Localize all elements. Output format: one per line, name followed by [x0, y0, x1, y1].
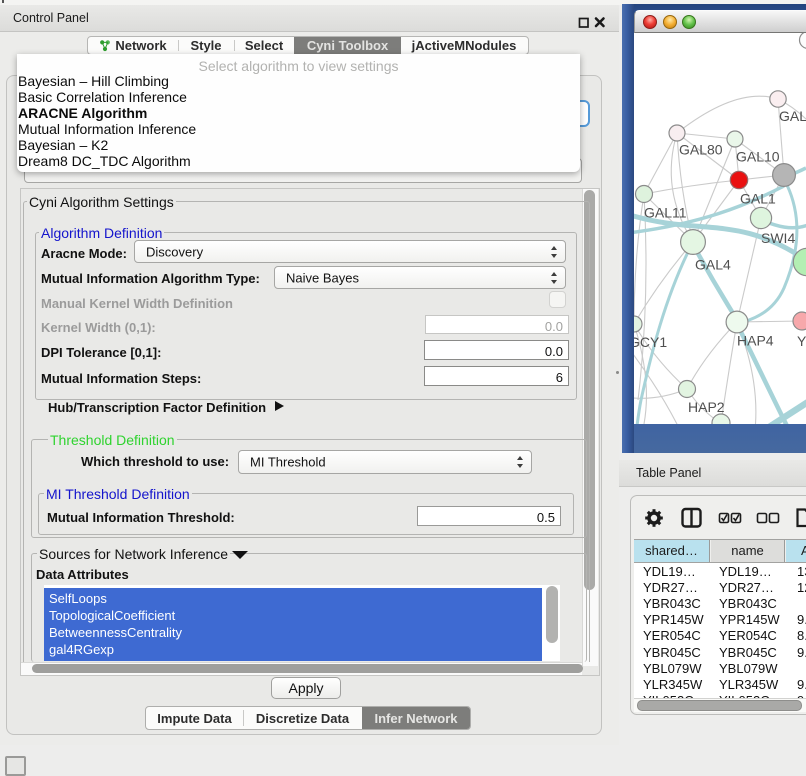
svg-text:GAL4: GAL4 [695, 257, 731, 273]
svg-text:GAL80: GAL80 [679, 142, 723, 158]
svg-text:YP: YP [797, 333, 806, 349]
svg-text:GAL7: GAL7 [779, 108, 806, 124]
svg-text:HAP4: HAP4 [737, 333, 774, 349]
svg-text:HAP2: HAP2 [688, 399, 725, 415]
svg-text:SWI4: SWI4 [761, 230, 795, 246]
svg-text:GCY1: GCY1 [634, 334, 667, 350]
svg-text:GAL1: GAL1 [740, 191, 776, 207]
svg-text:GAL11: GAL11 [644, 205, 687, 221]
svg-text:GAL10: GAL10 [736, 149, 780, 165]
